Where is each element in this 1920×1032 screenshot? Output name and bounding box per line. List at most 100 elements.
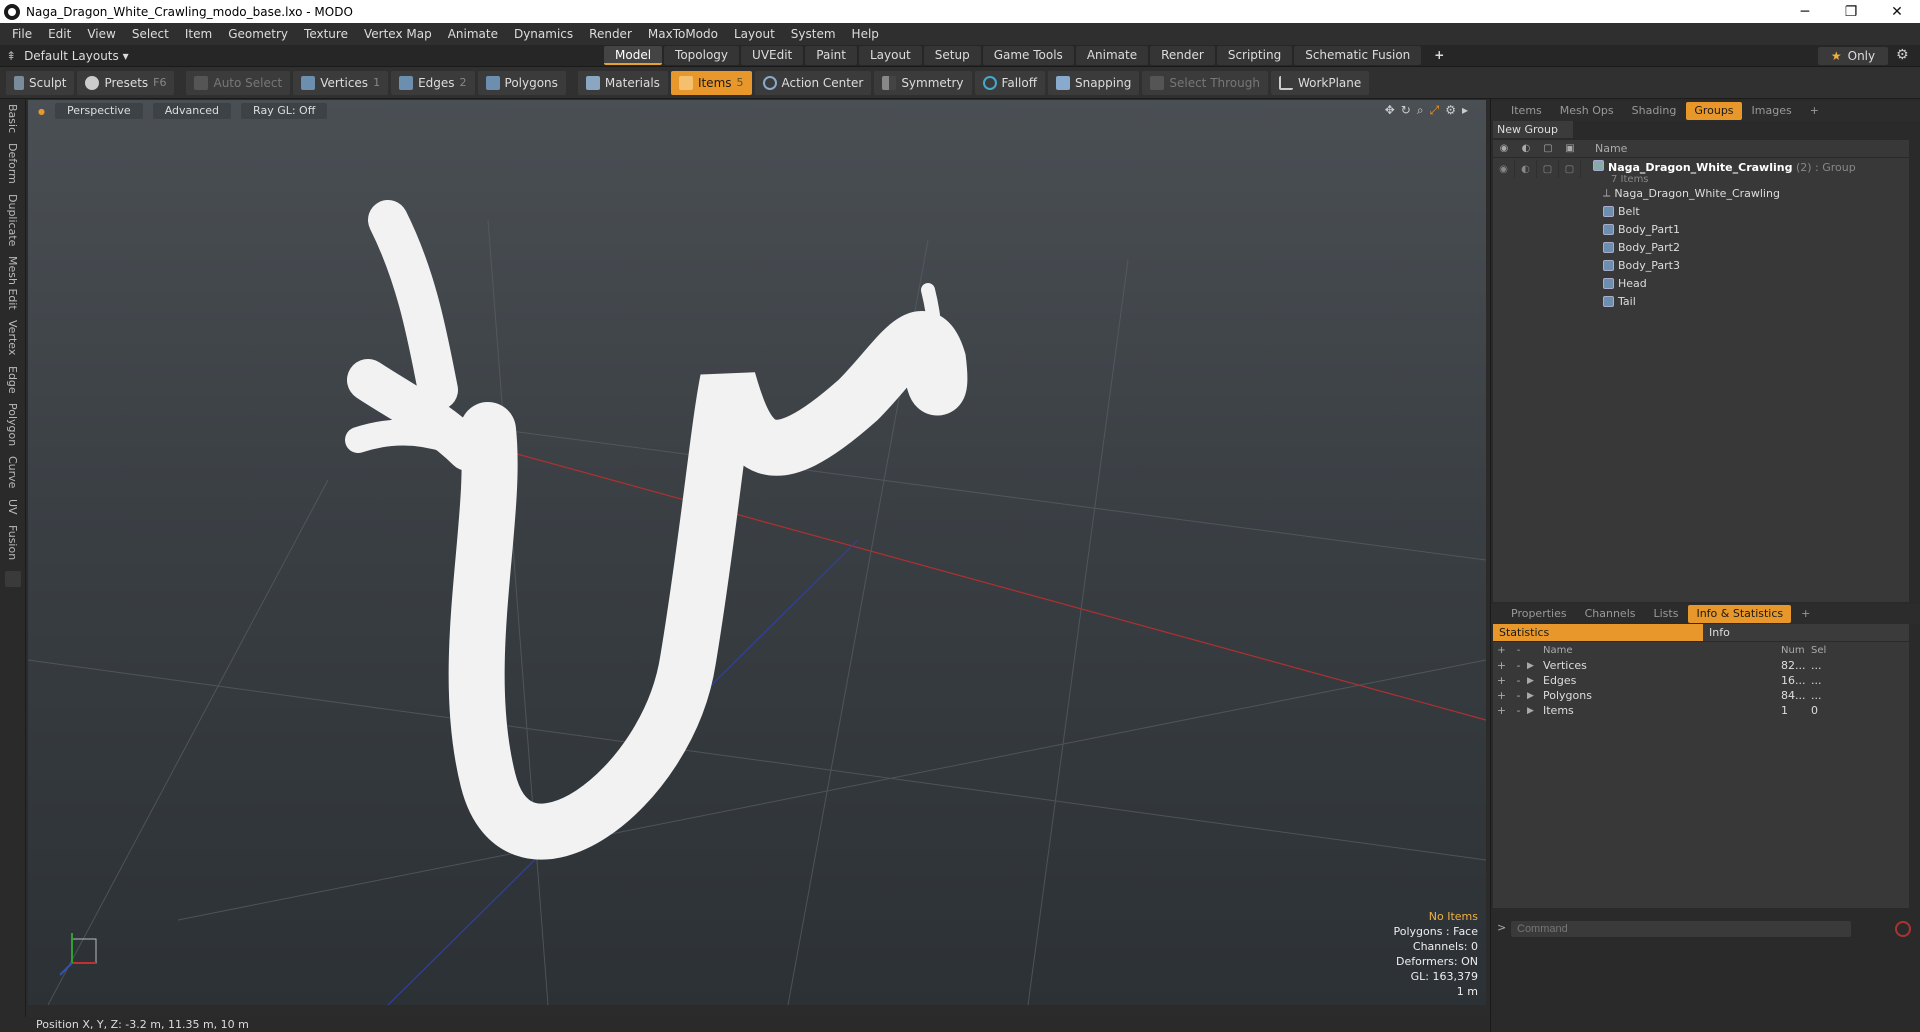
menu-vertex-map[interactable]: Vertex Map: [356, 27, 440, 41]
left-tab-mesh-edit[interactable]: Mesh Edit: [6, 251, 19, 315]
menu-layout[interactable]: Layout: [726, 27, 783, 41]
pan-icon[interactable]: ✥: [1385, 103, 1395, 118]
tab-mesh-ops[interactable]: Mesh Ops: [1552, 102, 1622, 120]
falloff-button[interactable]: Falloff: [974, 70, 1045, 95]
tab-model[interactable]: Model: [604, 46, 663, 65]
name-column-header[interactable]: Name: [1581, 142, 1627, 155]
add-tab-icon[interactable]: +: [1423, 46, 1455, 65]
left-tab-fusion[interactable]: Fusion: [6, 520, 19, 565]
tab-shading[interactable]: Shading: [1624, 102, 1685, 120]
remove-icon[interactable]: -: [1510, 704, 1527, 717]
tab-channels[interactable]: Channels: [1577, 605, 1644, 623]
left-tab-extra-button[interactable]: [5, 570, 21, 587]
menu-texture[interactable]: Texture: [296, 27, 356, 41]
close-button[interactable]: ✕: [1874, 0, 1920, 23]
tab-scripting[interactable]: Scripting: [1216, 46, 1293, 65]
stat-row-polygons[interactable]: + - ▶ Polygons 84... ...: [1493, 688, 1909, 703]
fit-icon[interactable]: ⤢: [1430, 103, 1440, 118]
expand-arrow-icon[interactable]: ▶: [1527, 691, 1543, 701]
add-icon[interactable]: +: [1493, 704, 1510, 717]
lock-checkbox[interactable]: ▢: [1537, 160, 1559, 178]
stat-row-edges[interactable]: + - ▶ Edges 16... ...: [1493, 673, 1909, 688]
tab-images[interactable]: Images: [1744, 102, 1800, 120]
add-panel-tab-icon[interactable]: +: [1793, 605, 1818, 623]
expand-arrow-icon[interactable]: ▶: [1527, 661, 1543, 671]
left-tab-curve[interactable]: Curve: [6, 451, 19, 493]
tree-item-body-part3[interactable]: Body_Part3: [1493, 256, 1909, 274]
materials-button[interactable]: Materials: [577, 70, 668, 95]
menu-view[interactable]: View: [79, 27, 123, 41]
tree-item-body-part1[interactable]: Body_Part1: [1493, 220, 1909, 238]
restore-button[interactable]: ❐: [1828, 0, 1874, 23]
remove-icon[interactable]: -: [1510, 674, 1527, 687]
left-tab-basic[interactable]: Basic: [6, 99, 19, 138]
add-panel-tab-icon[interactable]: +: [1802, 102, 1827, 120]
menu-dynamics[interactable]: Dynamics: [506, 27, 581, 41]
zoom-icon[interactable]: ⌕: [1417, 103, 1424, 118]
remove-icon[interactable]: -: [1510, 659, 1527, 672]
layout-selector[interactable]: ⇞ Default Layouts ▾: [6, 48, 129, 64]
tab-animate[interactable]: Animate: [1075, 46, 1149, 65]
menu-render[interactable]: Render: [581, 27, 640, 41]
remove-all-icon[interactable]: -: [1510, 645, 1527, 656]
raygl-button[interactable]: Ray GL: Off: [241, 103, 328, 119]
tab-layout[interactable]: Layout: [858, 46, 922, 65]
tab-properties[interactable]: Properties: [1503, 605, 1575, 623]
polygons-button[interactable]: Polygons: [477, 70, 566, 95]
tree-item-body-part2[interactable]: Body_Part2: [1493, 238, 1909, 256]
menu-select[interactable]: Select: [124, 27, 177, 41]
tab-schematic-fusion[interactable]: Schematic Fusion: [1294, 46, 1422, 65]
tab-lists[interactable]: Lists: [1646, 605, 1687, 623]
left-tab-polygon[interactable]: Polygon: [6, 398, 19, 451]
menu-animate[interactable]: Animate: [440, 27, 506, 41]
menu-file[interactable]: File: [4, 27, 40, 41]
eye-icon[interactable]: ◉: [1493, 160, 1515, 178]
tree-item-tail[interactable]: Tail: [1493, 292, 1909, 310]
perspective-button[interactable]: Perspective: [54, 103, 143, 119]
menu-maxtomodo[interactable]: MaxToModo: [640, 27, 726, 41]
tab-setup[interactable]: Setup: [923, 46, 981, 65]
tree-item-locator[interactable]: ⟂ Naga_Dragon_White_Crawling: [1493, 184, 1909, 202]
add-icon[interactable]: +: [1493, 659, 1510, 672]
new-group-button[interactable]: New Group: [1493, 121, 1573, 138]
tab-paint[interactable]: Paint: [805, 46, 857, 65]
menu-item[interactable]: Item: [177, 27, 220, 41]
menu-geometry[interactable]: Geometry: [220, 27, 296, 41]
tab-render[interactable]: Render: [1150, 46, 1215, 65]
expand-arrow-icon[interactable]: ▶: [1527, 676, 1543, 686]
symmetry-button[interactable]: Symmetry: [874, 70, 972, 95]
viewport-settings-icon[interactable]: ⚙: [1445, 103, 1456, 118]
add-all-icon[interactable]: +: [1493, 645, 1510, 656]
expand-arrow-icon[interactable]: ▶: [1527, 706, 1543, 716]
subtab-info[interactable]: Info: [1703, 624, 1909, 641]
left-tab-duplicate[interactable]: Duplicate: [6, 189, 19, 251]
tab-items[interactable]: Items: [1503, 102, 1550, 120]
sculpt-button[interactable]: Sculpt: [6, 70, 75, 95]
auto-select-button[interactable]: Auto Select: [186, 70, 291, 95]
tab-info-statistics[interactable]: Info & Statistics: [1688, 605, 1792, 623]
snapping-button[interactable]: Snapping: [1047, 70, 1140, 95]
vertices-button[interactable]: Vertices 1: [293, 70, 389, 95]
viewport-menu-dot-icon[interactable]: ●: [38, 107, 45, 116]
select-through-button[interactable]: Select Through: [1142, 70, 1268, 95]
stat-row-items[interactable]: + - ▶ Items 1 0: [1493, 703, 1909, 718]
advanced-button[interactable]: Advanced: [152, 103, 232, 119]
tab-topology[interactable]: Topology: [664, 46, 740, 65]
edges-button[interactable]: Edges 2: [391, 70, 475, 95]
action-center-button[interactable]: Action Center: [754, 70, 872, 95]
subtab-statistics[interactable]: Statistics: [1493, 624, 1703, 641]
only-toggle[interactable]: ★ Only: [1818, 47, 1888, 65]
tree-item-belt[interactable]: Belt: [1493, 202, 1909, 220]
stat-row-vertices[interactable]: + - ▶ Vertices 82... ...: [1493, 658, 1909, 673]
presets-button[interactable]: Presets F6: [77, 70, 175, 95]
command-input[interactable]: [1511, 921, 1851, 937]
tab-groups[interactable]: Groups: [1686, 102, 1742, 120]
items-button[interactable]: Items 5: [670, 70, 752, 95]
group-row[interactable]: ◉ ◐ ▢ ▢ Naga_Dragon_White_Crawling (2) : Gr…: [1493, 158, 1909, 185]
left-tab-edge[interactable]: Edge: [6, 361, 19, 399]
workplane-button[interactable]: WorkPlane: [1270, 70, 1370, 95]
add-icon[interactable]: +: [1493, 674, 1510, 687]
remove-icon[interactable]: -: [1510, 689, 1527, 702]
left-tab-uv[interactable]: UV: [6, 494, 19, 520]
stat-num-header[interactable]: Num: [1781, 645, 1811, 656]
